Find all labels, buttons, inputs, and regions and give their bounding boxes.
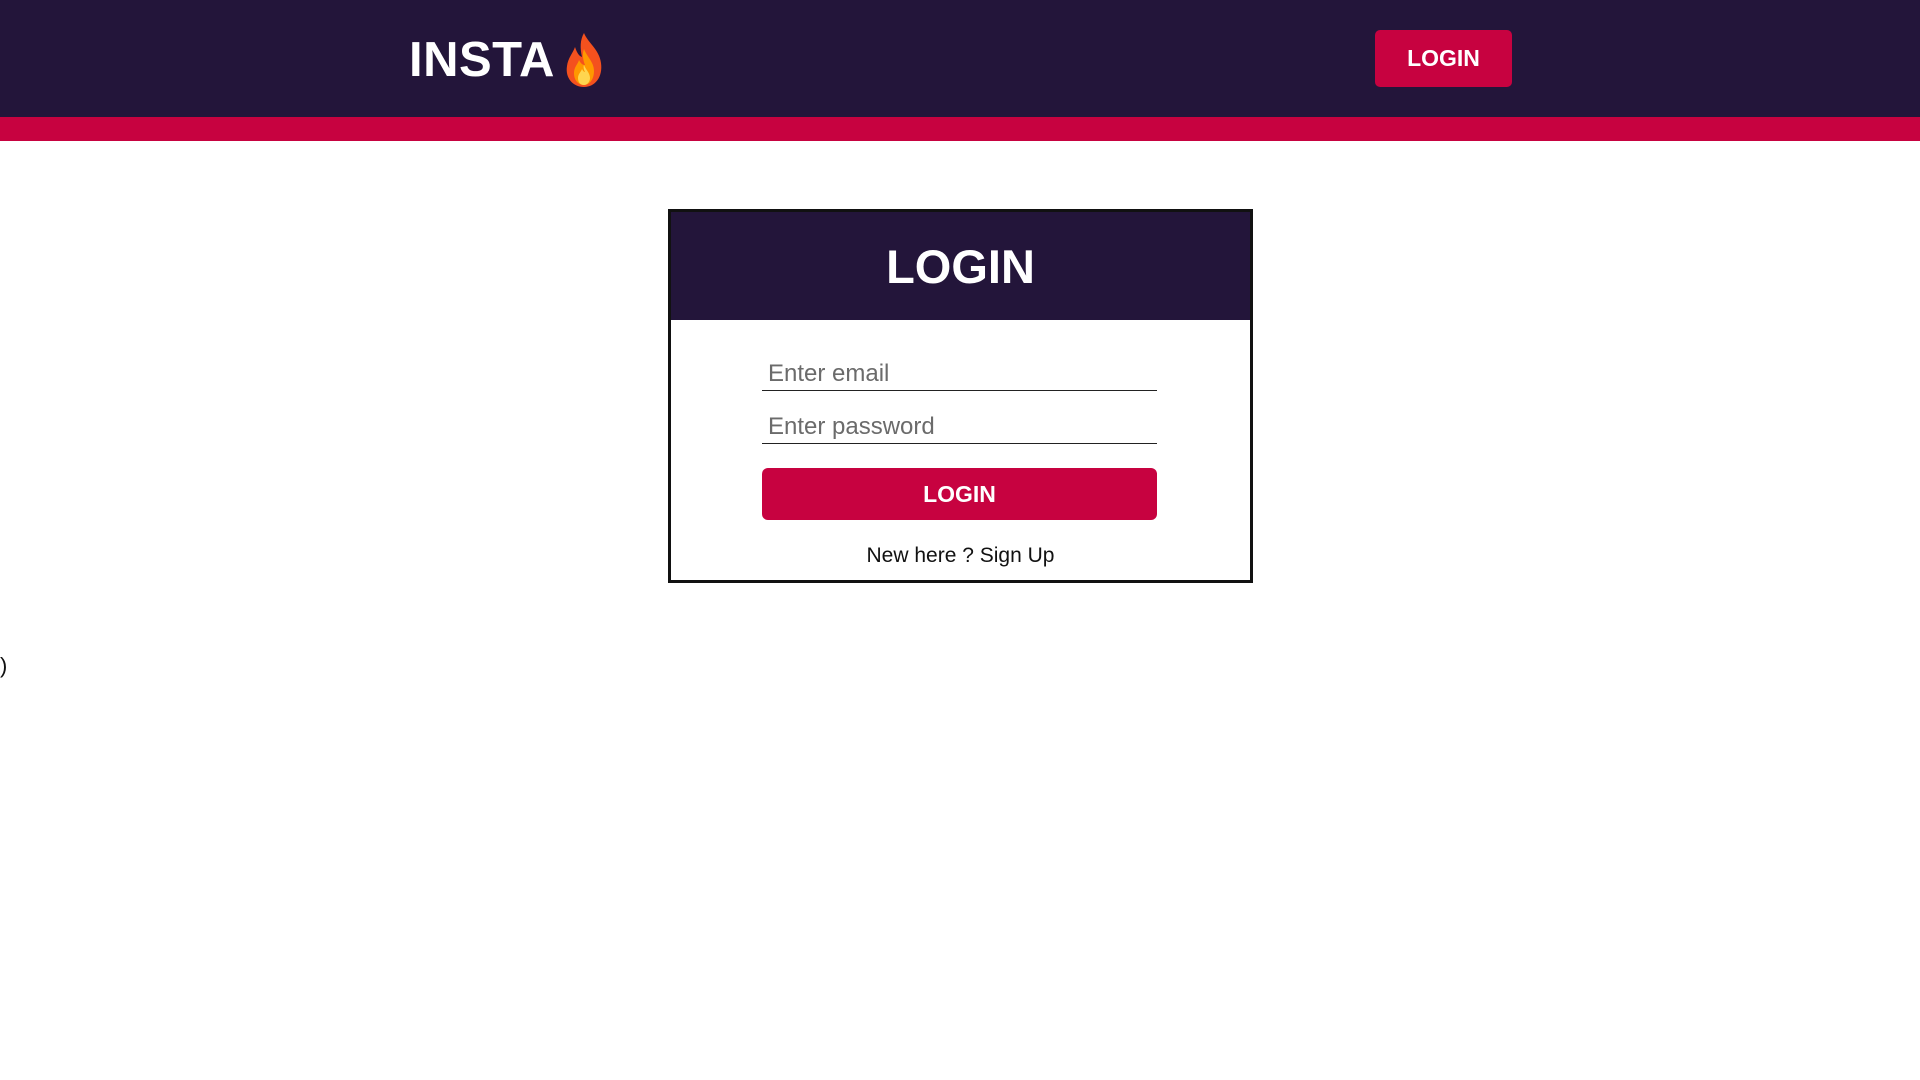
nav-login-button[interactable]: LOGIN (1375, 30, 1512, 87)
signup-prompt: New here ? Sign Up (671, 544, 1250, 568)
fire-icon (559, 31, 609, 89)
signup-prefix-text: New here ? (866, 544, 974, 567)
brand-name: INSTA (409, 33, 555, 87)
brand-logo[interactable]: INSTA (409, 28, 609, 92)
password-field[interactable] (762, 410, 1157, 444)
stray-text: ) (0, 653, 8, 678)
login-card: LOGIN LOGIN New here ? Sign Up (668, 209, 1253, 583)
login-card-title: LOGIN (671, 212, 1250, 320)
email-field[interactable] (762, 357, 1157, 391)
top-navbar: INSTA LOGIN (0, 0, 1920, 117)
login-submit-button[interactable]: LOGIN (762, 468, 1157, 520)
signup-link[interactable]: Sign Up (980, 544, 1055, 567)
header-accent-bar (0, 117, 1920, 141)
